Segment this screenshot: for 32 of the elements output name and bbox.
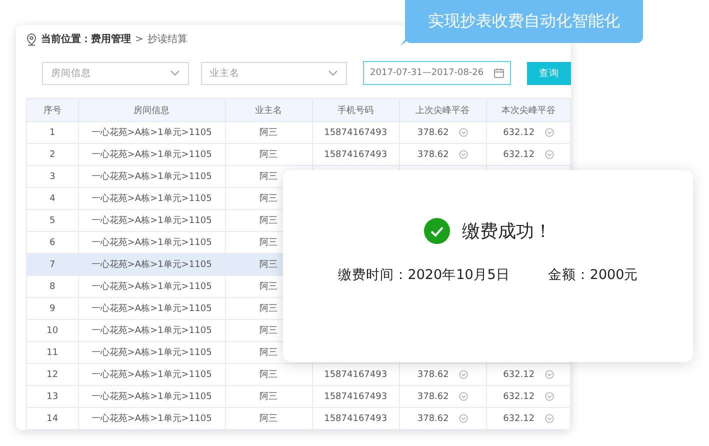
- breadcrumb-separator: >: [135, 34, 144, 44]
- feature-banner: 实现抄表收费自动化智能化: [405, 0, 643, 43]
- payment-time: 缴费时间：2020年10月5日: [338, 266, 510, 284]
- column-header: 序号: [26, 98, 78, 122]
- table-cell: 632.12: [503, 150, 535, 160]
- table-cell: 14: [26, 408, 78, 430]
- column-header: 本次尖峰平谷: [486, 98, 570, 122]
- table-cell: 15874167493: [324, 392, 388, 402]
- column-header: 房间信息: [78, 98, 226, 122]
- table-cell: 378.62: [417, 370, 449, 380]
- dialog-title: 缴费成功！: [462, 220, 552, 243]
- table-cell: 632.12: [503, 392, 535, 402]
- column-header: 业主名: [225, 98, 312, 122]
- payment-amount: 金额：2000元: [548, 266, 638, 284]
- breadcrumb-current: 抄读结算: [147, 32, 188, 46]
- table-cell: 632.12: [503, 370, 535, 380]
- breadcrumb-label: 当前位置：费用管理: [41, 32, 131, 46]
- table-cell: 阿三: [225, 408, 312, 430]
- table-cell: 378.62: [417, 150, 449, 160]
- table-cell: 一心花苑>A栋>1单元>1105: [78, 408, 226, 430]
- table-cell: 15874167493: [324, 128, 388, 138]
- table-cell: 15874167493: [324, 370, 388, 380]
- table-cell: 15874167493: [324, 414, 388, 424]
- table-cell: 378.62: [417, 414, 449, 424]
- table-cell: 7: [26, 254, 78, 276]
- column-header: 手机号码: [312, 98, 400, 122]
- table-cell: 632.12: [503, 414, 535, 424]
- table-cell: 632.12: [503, 128, 535, 138]
- column-header: 上次尖峰平谷: [399, 98, 486, 122]
- table-cell: 15874167493: [324, 150, 388, 160]
- table-cell: 378.62: [417, 128, 449, 138]
- table-cell: 378.62: [417, 392, 449, 402]
